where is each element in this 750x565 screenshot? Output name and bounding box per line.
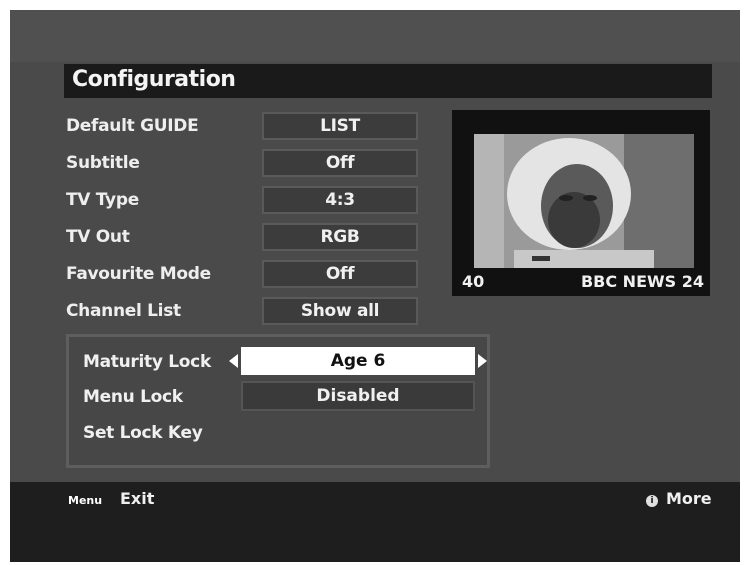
page-title: Configuration	[72, 67, 236, 92]
setting-label-subtitle: Subtitle	[66, 153, 140, 173]
setting-label-channel-list: Channel List	[66, 301, 181, 321]
channel-number: 40	[462, 272, 485, 291]
menu-lock-value[interactable]: Disabled	[241, 381, 475, 411]
setting-value-default-guide[interactable]: LIST	[262, 112, 418, 140]
setting-value-subtitle[interactable]: Off	[262, 149, 418, 177]
right-arrow-icon[interactable]	[478, 354, 487, 368]
exit-action[interactable]: Exit	[120, 489, 154, 508]
setting-label-favourite-mode: Favourite Mode	[66, 264, 211, 284]
setting-label-tv-type: TV Type	[66, 190, 139, 210]
setting-value-favourite-mode[interactable]: Off	[262, 260, 418, 288]
left-arrow-icon[interactable]	[229, 354, 238, 368]
set-lock-key-item[interactable]: Set Lock Key	[83, 423, 203, 443]
setting-value-tv-type[interactable]: 4:3	[262, 186, 418, 214]
setting-value-channel-list[interactable]: Show all	[262, 297, 418, 325]
setting-label-tv-out: TV Out	[66, 227, 130, 247]
more-action[interactable]: More	[666, 489, 712, 508]
lock-settings-panel: Maturity Lock Age 6 Menu Lock Disabled S…	[66, 334, 490, 468]
footer-bar: Menu Exit i More	[10, 482, 740, 562]
setting-value-tv-out[interactable]: RGB	[262, 223, 418, 251]
menu-lock-label: Menu Lock	[83, 387, 183, 407]
preview-video-image	[474, 134, 694, 268]
title-bar: Configuration	[64, 64, 712, 98]
setting-label-default-guide: Default GUIDE	[66, 116, 199, 136]
maturity-lock-selector[interactable]: Age 6	[241, 347, 475, 375]
info-icon: i	[646, 495, 658, 507]
channel-name: BBC NEWS 24	[580, 272, 704, 291]
maturity-lock-label: Maturity Lock	[83, 352, 211, 372]
top-band	[10, 10, 740, 62]
tv-screen: Configuration Default GUIDE LIST Subtitl…	[10, 10, 740, 562]
menu-key-icon: Menu	[68, 494, 103, 507]
channel-preview: 40 BBC NEWS 24	[452, 110, 710, 296]
